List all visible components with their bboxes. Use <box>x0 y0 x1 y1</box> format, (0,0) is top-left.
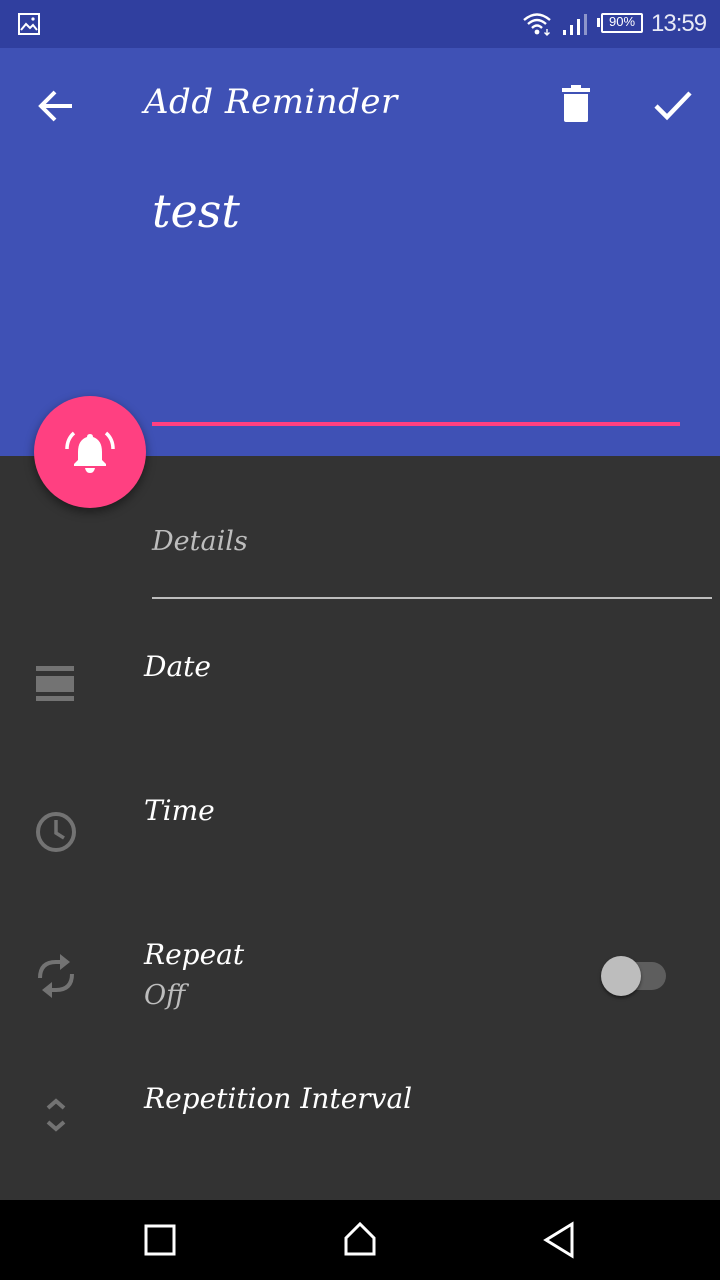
time-row[interactable]: Time <box>0 770 720 914</box>
details-field[interactable]: Details <box>152 520 712 600</box>
details-placeholder: Details <box>152 526 248 557</box>
repeat-value: Off <box>144 980 186 1011</box>
alarm-fab-button[interactable] <box>34 396 146 508</box>
battery-icon: 90% <box>597 12 643 34</box>
signal-icon <box>563 14 587 35</box>
title-input-underline <box>152 422 680 426</box>
nav-back-icon[interactable] <box>538 1218 582 1262</box>
wifi-icon <box>523 13 551 36</box>
battery-level: 90% <box>608 14 636 29</box>
gallery-icon <box>18 13 40 35</box>
repetition-interval-label: Repetition Interval <box>144 1082 413 1115</box>
details-underline <box>152 597 712 599</box>
toggle-thumb <box>601 956 641 996</box>
repeat-label: Repeat <box>144 938 245 971</box>
reminder-header: Add Reminder test <box>0 48 720 456</box>
calendar-icon <box>36 666 74 701</box>
trash-icon[interactable] <box>552 82 600 130</box>
repeat-toggle[interactable] <box>600 954 668 998</box>
date-row[interactable]: Date <box>0 626 720 770</box>
clock-icon <box>36 812 76 852</box>
time-label: Time <box>144 794 215 827</box>
date-label: Date <box>144 650 211 683</box>
system-nav-bar <box>0 1200 720 1280</box>
recents-icon[interactable] <box>138 1218 182 1262</box>
status-clock: 13:59 <box>651 10 707 37</box>
repetition-interval-row[interactable]: Repetition Interval <box>0 1058 720 1202</box>
check-icon[interactable] <box>648 80 698 130</box>
home-icon[interactable] <box>338 1218 382 1262</box>
unfold-icon <box>46 1098 66 1132</box>
alarm-bell-icon <box>65 431 115 473</box>
page-title: Add Reminder <box>144 82 398 122</box>
repeat-icon <box>38 954 74 998</box>
arrow-back-icon[interactable] <box>30 80 82 132</box>
reminder-title-input[interactable]: test <box>152 184 680 424</box>
status-bar: 90% 13:59 <box>0 0 720 48</box>
